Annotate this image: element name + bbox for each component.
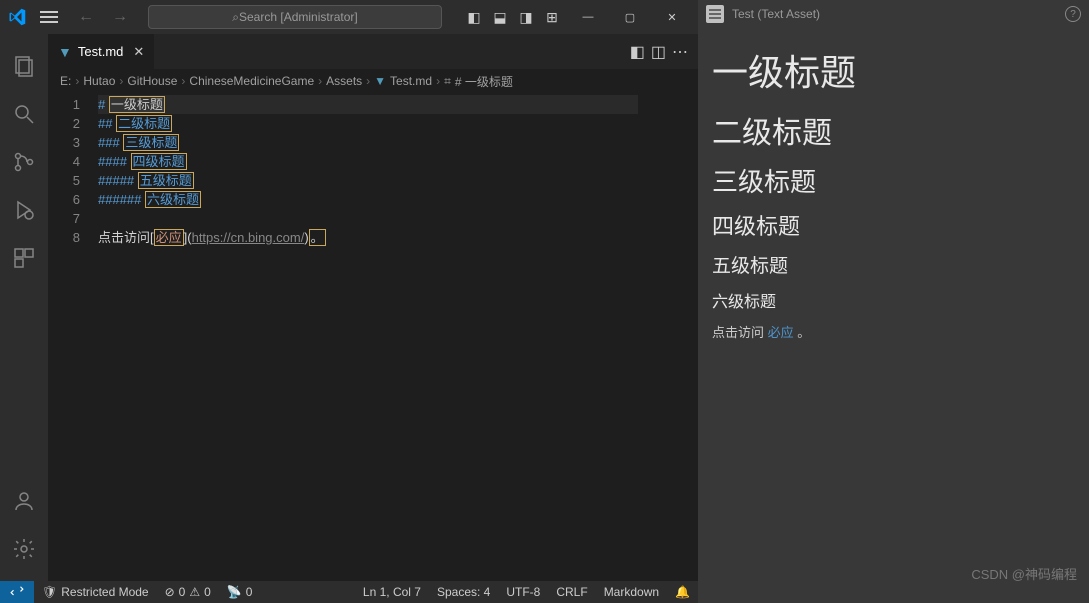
status-language[interactable]: Markdown xyxy=(596,585,667,599)
tab-label: Test.md xyxy=(78,44,124,59)
text-asset-icon xyxy=(706,5,724,23)
breadcrumb-item[interactable]: Test.md xyxy=(390,74,432,88)
close-button[interactable]: ✕ xyxy=(654,0,690,34)
activity-bar xyxy=(0,34,48,581)
more-actions-icon[interactable]: ⋯ xyxy=(672,42,688,62)
status-ports[interactable]: 📡 0 xyxy=(219,585,261,599)
preview-paragraph: 点击访问 必应 。 xyxy=(712,322,1075,341)
inspector-header: Test (Text Asset) ? xyxy=(698,0,1089,28)
code-editor[interactable]: 12345678 # 一级标题 ## 二级标题 ### 三级标题 #### 四级… xyxy=(48,93,698,581)
markdown-file-icon: ▼ xyxy=(58,44,72,60)
line-number-gutter: 12345678 xyxy=(48,93,98,581)
preview-h4: 四级标题 xyxy=(712,209,1075,241)
search-icon[interactable] xyxy=(0,90,48,138)
breadcrumb-item[interactable]: E: xyxy=(60,74,71,88)
open-preview-icon[interactable]: ◧ xyxy=(630,42,645,62)
preview-h5: 五级标题 xyxy=(712,251,1075,278)
main-area: ▼ Test.md ✕ ◧ ◫ ⋯ E:› Hutao› GitHouse› C… xyxy=(0,34,698,581)
title-bar: ← → ⌕ Search [Administrator] ◧ ⬓ ◨ ⊞ — ▢… xyxy=(0,0,698,34)
toggle-primary-sidebar-icon[interactable]: ◧ xyxy=(462,5,486,29)
breadcrumb-item[interactable]: GitHouse xyxy=(127,74,177,88)
tab-bar: ▼ Test.md ✕ ◧ ◫ ⋯ xyxy=(48,34,698,69)
minimap[interactable] xyxy=(638,93,698,581)
editor-actions: ◧ ◫ ⋯ xyxy=(630,42,698,62)
menu-icon[interactable] xyxy=(40,16,58,18)
help-icon[interactable]: ? xyxy=(1065,6,1081,22)
explorer-icon[interactable] xyxy=(0,42,48,90)
nav-back-icon[interactable]: ← xyxy=(72,8,100,26)
extensions-icon[interactable] xyxy=(0,234,48,282)
preview-h3: 三级标题 xyxy=(712,162,1075,199)
breadcrumb-item[interactable]: # 一级标题 xyxy=(455,73,513,90)
status-eol[interactable]: CRLF xyxy=(548,585,595,599)
vscode-logo-icon xyxy=(8,8,26,26)
markdown-preview: 一级标题 二级标题 三级标题 四级标题 五级标题 六级标题 点击访问 必应 。 xyxy=(698,28,1089,603)
status-restricted-mode[interactable]: 🛡 Restricted Mode xyxy=(34,585,157,599)
toggle-panel-icon[interactable]: ⬓ xyxy=(488,5,512,29)
customize-layout-icon[interactable]: ⊞ xyxy=(540,5,564,29)
search-icon: ⌕ xyxy=(232,10,239,25)
toggle-secondary-sidebar-icon[interactable]: ◨ xyxy=(514,5,538,29)
preview-h1: 一级标题 xyxy=(712,44,1075,96)
watermark: CSDN @神码编程 xyxy=(971,564,1077,583)
search-placeholder: Search [Administrator] xyxy=(239,10,358,24)
status-encoding[interactable]: UTF-8 xyxy=(498,585,548,599)
code-content[interactable]: # 一级标题 ## 二级标题 ### 三级标题 #### 四级标题 ##### … xyxy=(98,93,698,581)
preview-h2: 二级标题 xyxy=(712,108,1075,152)
maximize-button[interactable]: ▢ xyxy=(612,0,648,34)
status-bar: 🛡 Restricted Mode ⊘ 0 ⚠ 0 📡 0 Ln 1, Col … xyxy=(0,581,698,603)
minimize-button[interactable]: — xyxy=(570,0,606,34)
tab-close-icon[interactable]: ✕ xyxy=(133,44,144,60)
nav-forward-icon[interactable]: → xyxy=(106,8,134,26)
remote-indicator[interactable] xyxy=(0,581,34,603)
breadcrumb-item[interactable]: Hutao xyxy=(83,74,115,88)
status-problems[interactable]: ⊘ 0 ⚠ 0 xyxy=(157,585,219,599)
status-cursor-position[interactable]: Ln 1, Col 7 xyxy=(355,585,429,599)
preview-link[interactable]: 必应 xyxy=(768,325,794,340)
status-feedback-icon[interactable]: 🔔 xyxy=(667,585,698,599)
breadcrumb-item[interactable]: Assets xyxy=(326,74,362,88)
source-control-icon[interactable] xyxy=(0,138,48,186)
run-debug-icon[interactable] xyxy=(0,186,48,234)
layout-controls: ◧ ⬓ ◨ ⊞ xyxy=(462,5,564,29)
preview-h6: 六级标题 xyxy=(712,288,1075,312)
settings-gear-icon[interactable] xyxy=(0,525,48,573)
accounts-icon[interactable] xyxy=(0,477,48,525)
vscode-window: ← → ⌕ Search [Administrator] ◧ ⬓ ◨ ⊞ — ▢… xyxy=(0,0,698,603)
breadcrumb[interactable]: E:› Hutao› GitHouse› ChineseMedicineGame… xyxy=(48,69,698,93)
inspector-panel: Test (Text Asset) ? 一级标题 二级标题 三级标题 四级标题 … xyxy=(698,0,1089,603)
command-center-search[interactable]: ⌕ Search [Administrator] xyxy=(148,5,442,29)
split-editor-icon[interactable]: ◫ xyxy=(651,42,666,62)
tab-test-md[interactable]: ▼ Test.md ✕ xyxy=(48,34,154,69)
inspector-title: Test (Text Asset) xyxy=(732,7,820,21)
status-indentation[interactable]: Spaces: 4 xyxy=(429,585,498,599)
editor-area: ▼ Test.md ✕ ◧ ◫ ⋯ E:› Hutao› GitHouse› C… xyxy=(48,34,698,581)
breadcrumb-item[interactable]: ChineseMedicineGame xyxy=(189,74,314,88)
